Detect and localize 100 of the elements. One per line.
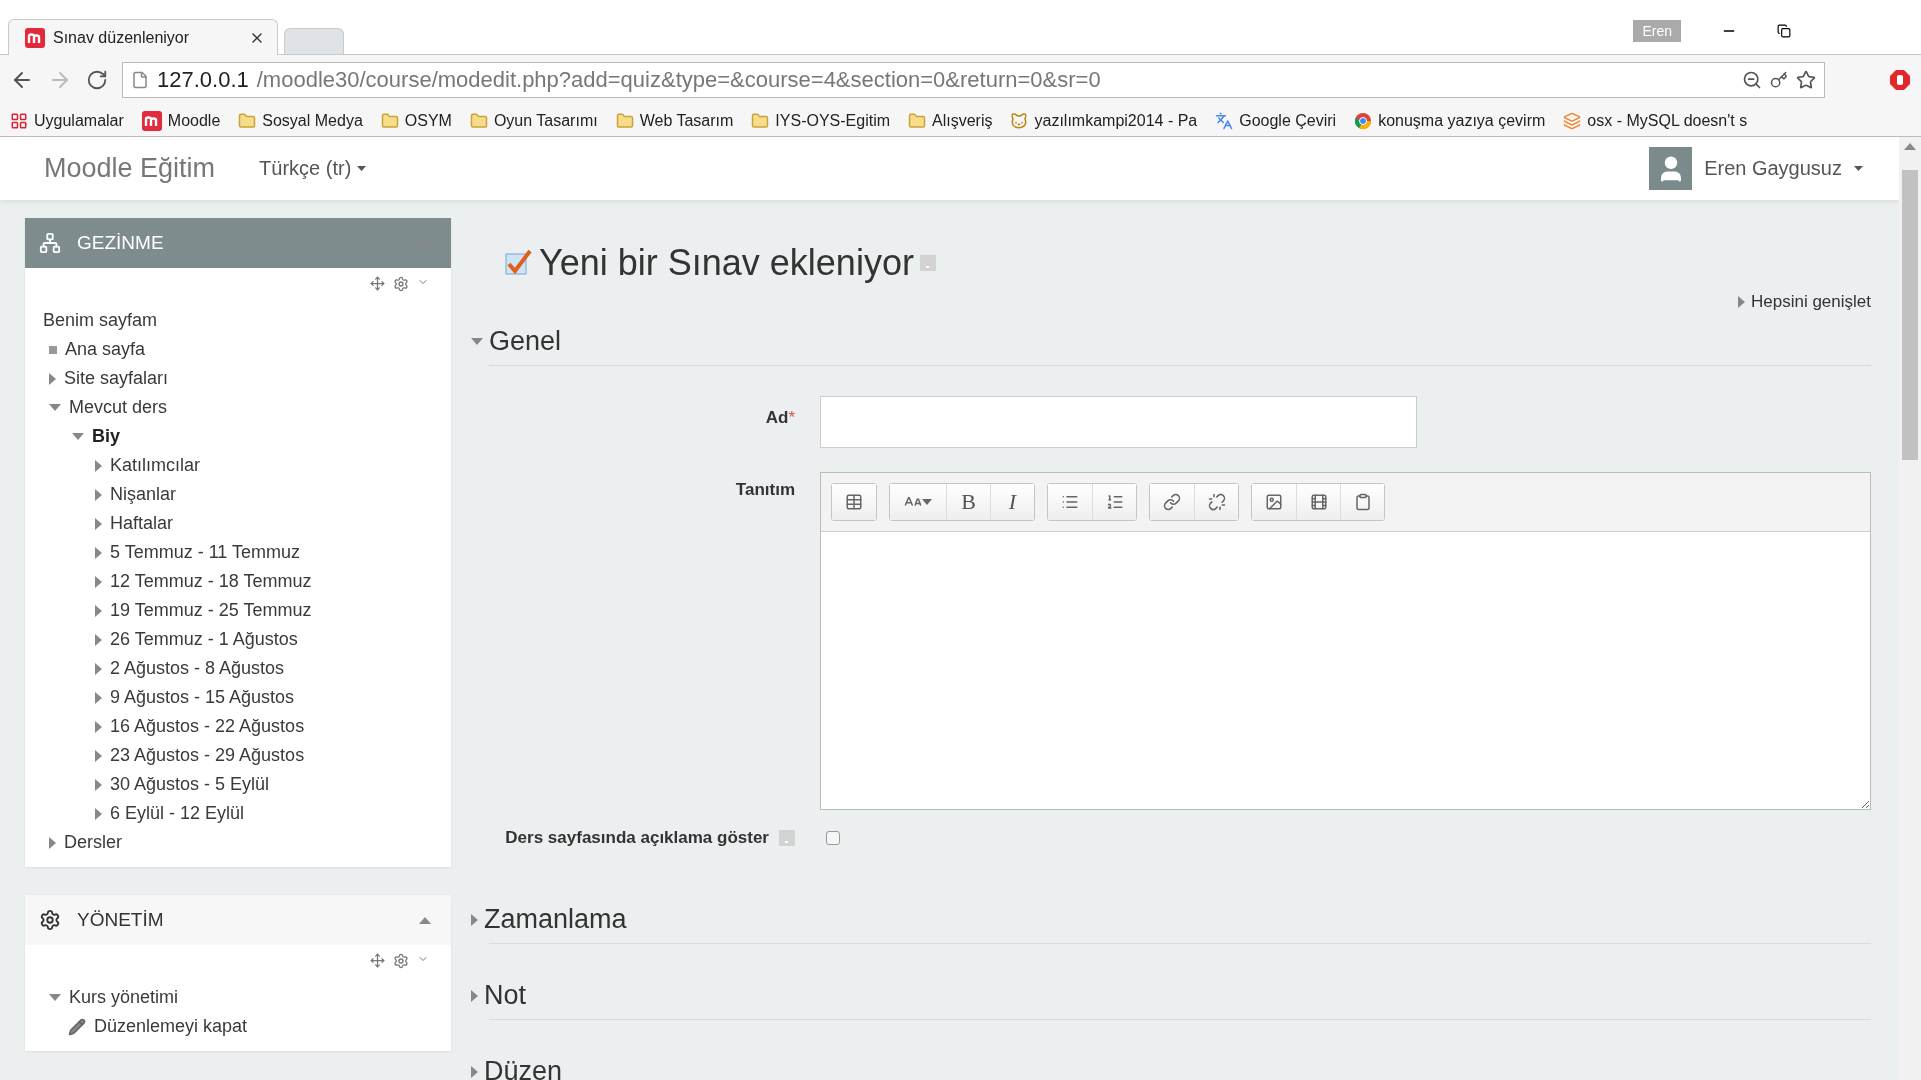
link-icon	[1163, 493, 1181, 511]
tree-item[interactable]: 6 Eylül - 12 Eylül	[110, 803, 245, 824]
caret-icon	[357, 166, 367, 171]
quiz-icon	[503, 248, 533, 278]
required-mark: *	[788, 408, 795, 428]
section-header[interactable]: Genel	[489, 320, 1871, 366]
tree-item[interactable]: Biy	[92, 426, 120, 447]
scroll-up-icon	[1904, 143, 1916, 150]
address-bar[interactable]: 127.0.0.1 /moodle30/course/modedit.php?add=quiz&type=&course=4&section=0&return=0&sr=0	[122, 62, 1825, 98]
tree-item[interactable]: Haftalar	[110, 513, 174, 534]
bold-button[interactable]: B	[946, 484, 990, 520]
site-name[interactable]: Moodle Eğitim	[44, 153, 216, 184]
user-menu[interactable]: Eren Gaygusuz	[1643, 146, 1869, 191]
stack-icon	[1563, 111, 1582, 130]
table-button[interactable]	[832, 484, 876, 520]
numbers-button[interactable]	[1092, 484, 1136, 520]
collapsed-arrow-icon	[471, 989, 478, 1002]
bookmark-link[interactable]: yazılımkampi2014 - Pa	[1010, 111, 1198, 130]
tree-item[interactable]: 30 Ağustos - 5 Eylül	[110, 774, 270, 795]
apps-icon	[10, 111, 28, 130]
caret-icon	[922, 499, 932, 505]
tree-item[interactable]: Ana sayfa	[65, 339, 146, 360]
unlink-button[interactable]	[1194, 484, 1238, 520]
expanded-arrow-icon	[72, 433, 84, 440]
tree-item[interactable]: 16 Ağustos - 22 Ağustos	[110, 716, 305, 737]
tree-item[interactable]: Kurs yönetimi	[69, 987, 179, 1008]
moodle-logo-icon	[141, 110, 162, 131]
collapsed-arrow-icon	[95, 778, 102, 791]
bookmark-link[interactable]: Uygulamalar	[10, 111, 124, 130]
fontsize-button[interactable]	[890, 484, 946, 520]
restore-icon[interactable]	[1777, 24, 1791, 38]
italic-button[interactable]: I	[990, 484, 1034, 520]
tree-item[interactable]: Site sayfaları	[64, 368, 169, 389]
tree-item[interactable]: Nişanlar	[110, 484, 177, 505]
language-menu[interactable]: Türkçe (tr)	[253, 156, 373, 181]
tree-item[interactable]: 5 Temmuz - 11 Temmuz	[110, 542, 301, 563]
settings-icon[interactable]	[393, 276, 409, 292]
move-icon[interactable]	[370, 953, 385, 968]
tree-item[interactable]: Katılımcılar	[110, 455, 201, 476]
block-header[interactable]: YÖNETİM	[25, 895, 451, 945]
collapsed-arrow-icon	[95, 517, 102, 530]
collapsed-arrow-icon	[49, 372, 56, 385]
bookmark-link[interactable]: konuşma yazıya çevirm	[1354, 111, 1546, 130]
tree-item[interactable]: 23 Ağustos - 29 Ağustos	[110, 745, 305, 766]
zoom-out-icon[interactable]	[1742, 70, 1762, 90]
bookmark-link[interactable]: Sosyal Medya	[238, 111, 363, 130]
name-input-field[interactable]	[820, 396, 1417, 448]
collapsed-arrow-icon	[95, 488, 102, 501]
bookmark-link[interactable]: OSYM	[380, 111, 452, 130]
bullet-icon	[49, 345, 57, 354]
tree-item[interactable]: 9 Ağustos - 15 Ağustos	[110, 687, 295, 708]
key-icon[interactable]	[1770, 71, 1788, 89]
paste-button[interactable]	[1340, 484, 1384, 520]
unlink-icon	[1207, 493, 1226, 511]
browser-tab[interactable]: Sınav düzenleniyor	[8, 19, 278, 55]
expanded-arrow-icon	[49, 404, 61, 411]
collapsed-arrow-icon	[95, 575, 102, 588]
checkbox[interactable]	[826, 831, 840, 845]
bookmark-link[interactable]: Alışveriş	[908, 111, 993, 130]
collapsed-arrow-icon	[471, 913, 478, 926]
folder-icon	[615, 111, 634, 130]
bookmark-link[interactable]: osx - MySQL doesn't s	[1563, 111, 1748, 130]
link-button[interactable]	[1150, 484, 1194, 520]
image-button[interactable]	[1252, 484, 1296, 520]
scrollbar-thumb[interactable]	[1902, 170, 1918, 460]
tree-item[interactable]: 2 Ağustos - 8 Ağustos	[110, 658, 285, 679]
expand-all-link[interactable]: Hepsini genişlet	[1738, 292, 1871, 312]
tree-item[interactable]: Benim sayfam	[43, 310, 158, 331]
gears-icon	[39, 909, 61, 931]
tree-item[interactable]: 19 Temmuz - 25 Temmuz	[110, 600, 312, 621]
stop-sign-icon[interactable]	[1889, 69, 1911, 91]
collapsed-arrow-icon	[95, 459, 102, 472]
collapsed-arrow-icon	[95, 546, 102, 559]
bookmark-link[interactable]: Google Çeviri	[1215, 111, 1337, 130]
collapsed-arrow-icon	[1738, 296, 1745, 308]
image-icon	[1265, 493, 1283, 511]
collapsed-arrow-icon	[95, 662, 102, 675]
tree-item[interactable]: 26 Temmuz - 1 Ağustos	[110, 629, 298, 650]
settings-icon[interactable]	[393, 953, 409, 969]
tree-item[interactable]: 12 Temmuz - 18 Temmuz	[110, 571, 312, 592]
move-icon[interactable]	[370, 276, 385, 291]
tree-item[interactable]: Düzenlemeyi kapat	[94, 1016, 248, 1037]
collapse-arrow-icon	[419, 916, 431, 924]
folder-icon	[380, 111, 399, 130]
bookmark-link[interactable]: Web Tasarım	[615, 111, 734, 130]
field-label: Ad	[765, 408, 789, 428]
clipboard-icon	[1353, 493, 1372, 511]
collapsed-arrow-icon	[95, 633, 102, 646]
tree-item[interactable]: Mevcut ders	[69, 397, 168, 418]
bookmark-link[interactable]: IYS-OYS-Egitim	[751, 111, 891, 130]
bookmark-link[interactable]: Oyun Tasarımı	[469, 111, 598, 130]
reload-icon[interactable]	[86, 69, 108, 91]
bullets-button[interactable]	[1048, 484, 1092, 520]
folder-icon	[238, 111, 257, 130]
media-button[interactable]	[1296, 484, 1340, 520]
star-icon[interactable]	[1796, 70, 1816, 90]
collapsed-arrow-icon	[95, 749, 102, 762]
folder-icon	[908, 111, 927, 130]
bookmark-link[interactable]: Moodle	[141, 110, 221, 131]
tree-item[interactable]: Dersler	[64, 832, 122, 853]
